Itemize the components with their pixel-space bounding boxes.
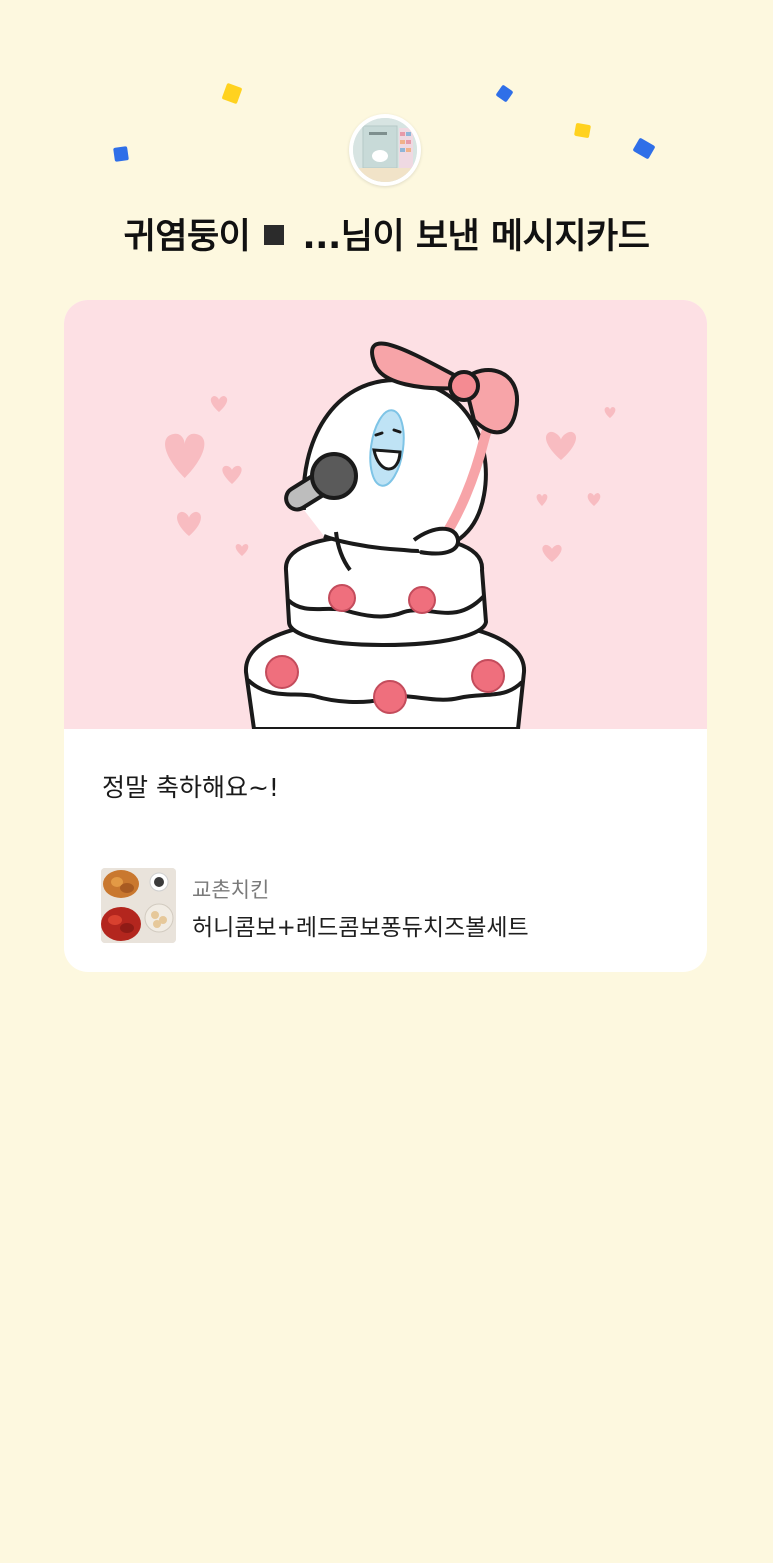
confetti-yellow-1 — [221, 82, 243, 105]
confetti-blue-3 — [632, 137, 656, 160]
message-card: 정말 축하해요~! 교촌치킨 허니콤보+레드콤보퐁듀치즈볼세트 — [64, 300, 707, 972]
confetti-blue-1 — [113, 146, 129, 162]
gift-product-item[interactable]: 교촌치킨 허니콤보+레드콤보퐁듀치즈볼세트 — [101, 868, 671, 944]
redaction-mark — [264, 225, 285, 245]
sender-avatar — [349, 114, 421, 186]
chicken-set-thumbnail-icon — [101, 868, 176, 943]
card-illustration — [64, 300, 707, 729]
confetti-yellow-2 — [573, 122, 592, 139]
profile-avatar-icon — [353, 118, 417, 182]
gift-product-name: 허니콤보+레드콤보퐁듀치즈볼세트 — [192, 915, 529, 941]
sender-name: 귀염둥이 — [123, 217, 251, 257]
card-sender-title: 귀염둥이 ...님이 보낸 메시지카드 — [0, 208, 773, 259]
singing-character-on-cake-icon — [165, 341, 616, 729]
card-message: 정말 축하해요~! — [102, 773, 279, 802]
title-suffix: ...님이 보낸 메시지카드 — [302, 217, 650, 257]
confetti-blue-2 — [495, 84, 514, 103]
gift-brand: 교촌치킨 — [192, 878, 270, 902]
